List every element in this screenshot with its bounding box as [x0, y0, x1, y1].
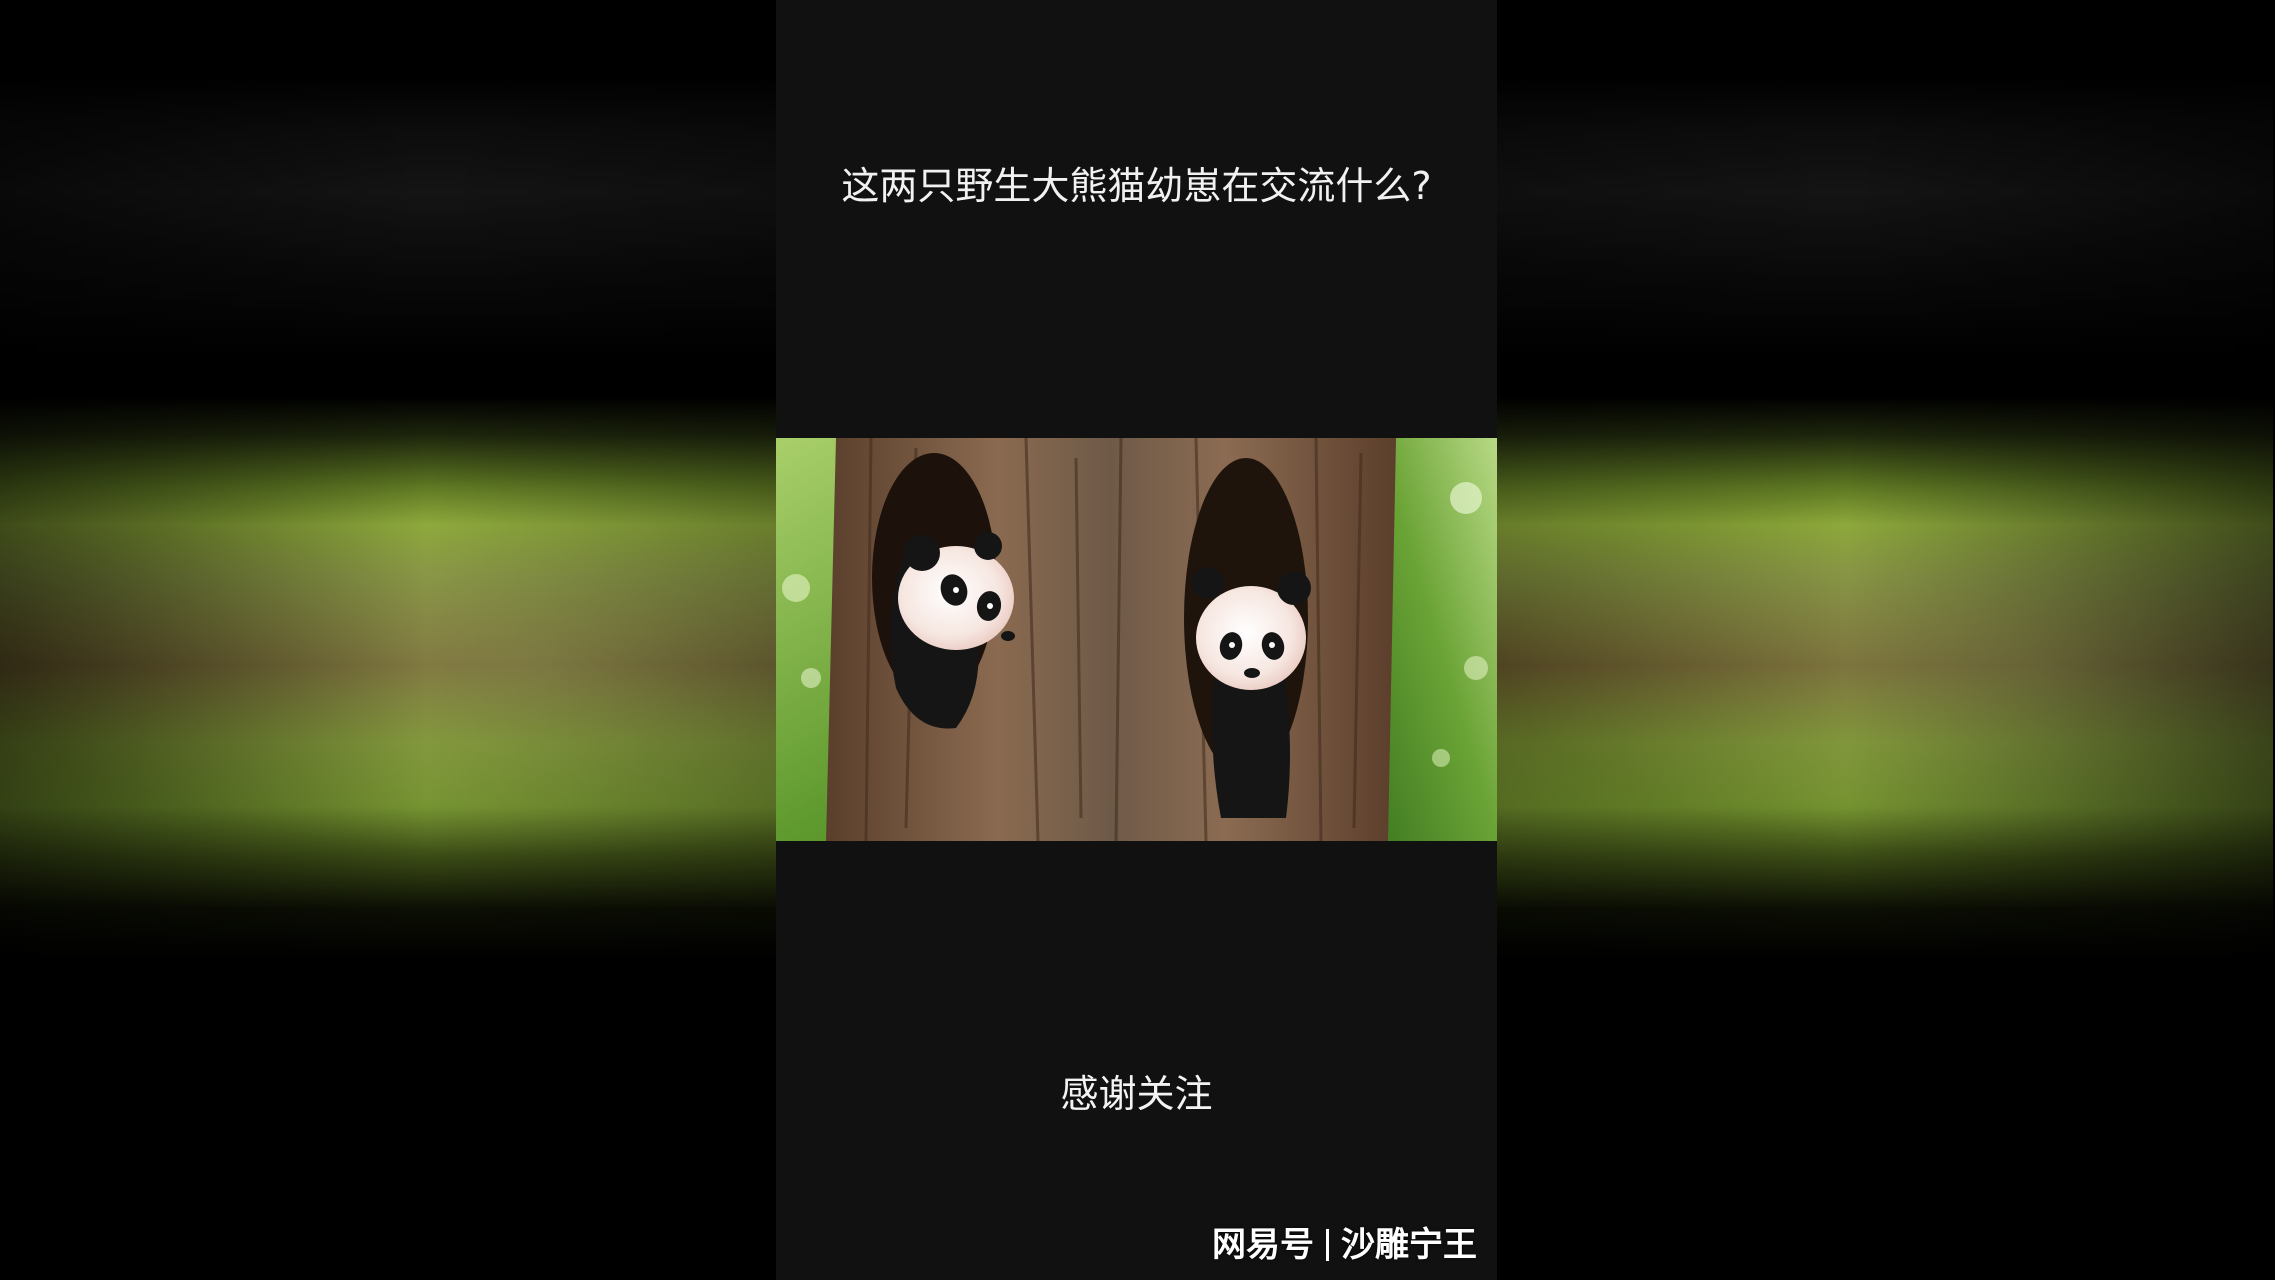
blurred-background-right	[1497, 0, 2273, 1280]
video-caption: 这两只野生大熊猫幼崽在交流什么?	[841, 164, 1432, 208]
blurred-background-left	[0, 0, 776, 1280]
watermark-divider	[1326, 1229, 1329, 1261]
watermark-platform: 网易号	[1212, 1225, 1314, 1265]
watermark: 网易号 沙雕宁王	[1212, 1222, 1477, 1268]
panda-video-image[interactable]	[776, 438, 1497, 841]
watermark-author: 沙雕宁王	[1341, 1225, 1477, 1265]
video-subtitle: 感谢关注	[1060, 1072, 1213, 1116]
video-frame[interactable]: 这两只野生大熊猫幼崽在交流什么? 感谢关注 网易号 沙雕宁王	[776, 0, 1497, 1280]
